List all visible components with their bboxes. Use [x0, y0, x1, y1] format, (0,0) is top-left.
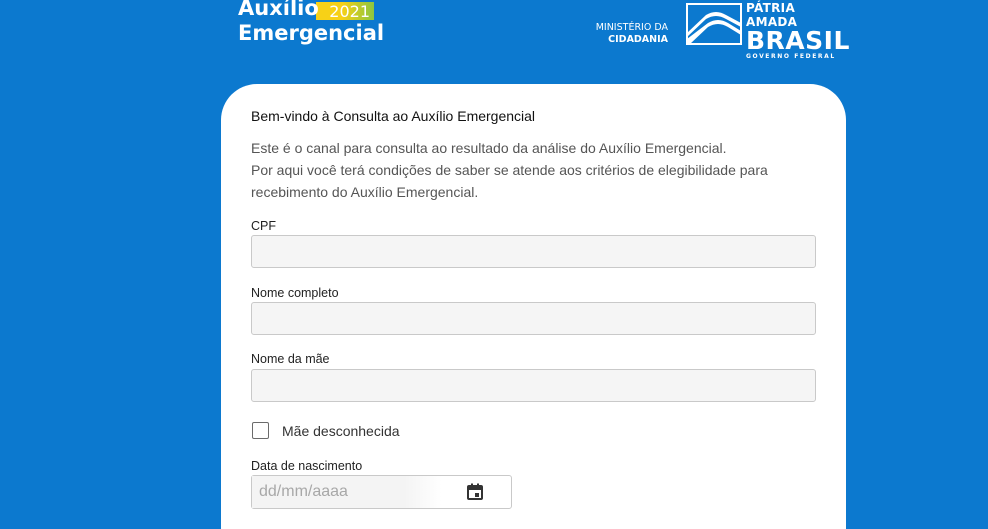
brand-line1: Auxílio [238, 0, 319, 20]
description-line: Este é o canal para consulta ao resultad… [251, 140, 727, 156]
mother-name-input[interactable] [251, 369, 816, 402]
card-description: Este é o canal para consulta ao resultad… [251, 137, 811, 203]
description-line: Por aqui você terá condições de saber se… [251, 162, 768, 178]
mother-unknown-checkbox[interactable] [252, 422, 269, 439]
full-name-label: Nome completo [251, 286, 339, 300]
birth-date-input[interactable]: dd/mm/aaaa [251, 475, 512, 509]
page: 2021 Auxílio Emergencial MINISTÉRIO DA C… [0, 0, 988, 529]
year-text: 2021 [329, 2, 370, 21]
birth-date-placeholder: dd/mm/aaaa [259, 483, 348, 500]
government-flag-icon [686, 3, 742, 45]
mother-name-label: Nome da mãe [251, 352, 330, 366]
gov-line1: PÁTRIA AMADA [746, 1, 798, 29]
year-badge: 2021 [316, 2, 374, 21]
consultation-card: Bem-vindo à Consulta ao Auxílio Emergenc… [221, 84, 846, 529]
ministry-logo: MINISTÉRIO DA CIDADANIA [590, 22, 668, 46]
government-wordmark: PÁTRIA AMADA BRASIL GOVERNO FEDERAL [746, 1, 850, 60]
full-name-input[interactable] [251, 302, 816, 335]
calendar-icon[interactable] [465, 482, 485, 502]
gov-line3: GOVERNO FEDERAL [746, 53, 836, 60]
cpf-label: CPF [251, 219, 276, 233]
mother-unknown-label[interactable]: Mãe desconhecida [282, 423, 400, 439]
brand-line2: Emergencial [238, 21, 385, 45]
description-line: recebimento do Auxílio Emergencial. [251, 184, 479, 200]
card-title: Bem-vindo à Consulta ao Auxílio Emergenc… [251, 108, 536, 124]
auxilio-logo: 2021 Auxílio Emergencial [238, 0, 384, 48]
birth-date-label: Data de nascimento [251, 459, 363, 473]
ministry-line2: CIDADANIA [608, 34, 668, 45]
ministry-line1: MINISTÉRIO DA [595, 22, 668, 33]
gov-line2: BRASIL [746, 26, 850, 55]
cpf-input[interactable] [251, 235, 816, 268]
